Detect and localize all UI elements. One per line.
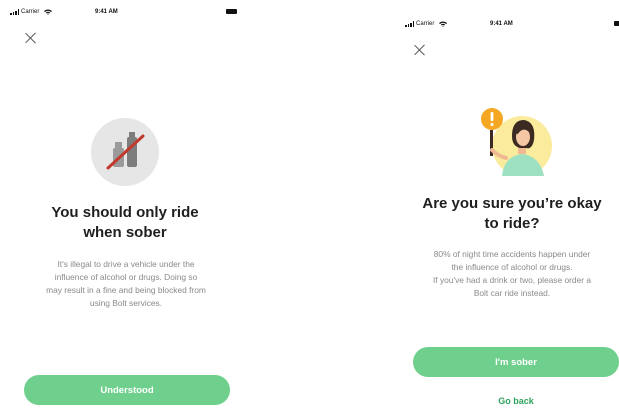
status-time: 9:41 AM [95,9,118,15]
wifi-icon [44,9,53,15]
status-bar: Carrier 9:41 AM [395,18,619,34]
battery-icon [226,9,237,14]
close-icon[interactable] [413,43,427,57]
signal-icon [405,21,414,27]
battery-icon [614,21,619,26]
go-back-button[interactable]: Go back [413,396,619,406]
carrier-label: Carrier [21,9,40,15]
sober-confirm-screen: Carrier 9:41 AM Are you sure you’re okay… [395,0,619,419]
page-title: Are you sure you’re okay to ride? [422,195,602,232]
close-icon[interactable] [24,31,38,45]
warning-description: 80% of night time accidents happen under… [432,249,592,298]
warning-person-illustration [480,100,552,180]
sober-warning-screen: Carrier 9:41 AM You should only ride whe… [0,0,250,419]
carrier-label: Carrier [416,21,435,27]
understood-button[interactable]: Understood [24,375,230,405]
wifi-icon [439,21,448,27]
signal-icon [10,9,19,15]
im-sober-button[interactable]: I'm sober [413,347,619,377]
carrier-indicator: Carrier [405,21,448,27]
carrier-indicator: Carrier [10,9,53,15]
no-drinks-icon [91,118,159,186]
status-bar: Carrier 9:41 AM [0,6,250,22]
page-title: You should only ride when sober [51,204,199,241]
status-time: 9:41 AM [490,21,513,27]
warning-description: It's illegal to drive a vehicle under th… [46,259,206,308]
